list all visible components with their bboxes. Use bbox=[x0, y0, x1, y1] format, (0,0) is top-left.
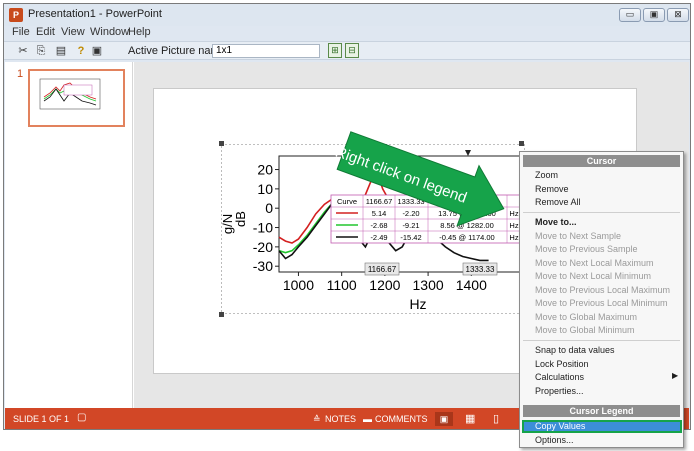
context-menu: Cursor Zoom Remove Remove All Move to...… bbox=[519, 151, 684, 448]
y-tick-label: -10 bbox=[253, 220, 273, 236]
menu-item-remove-all[interactable]: Remove All bbox=[535, 196, 581, 208]
copy-icon[interactable]: ⎘ bbox=[34, 44, 48, 58]
powerpoint-app-icon: P bbox=[9, 8, 23, 22]
menu-item-snap-to-data[interactable]: Snap to data values bbox=[535, 344, 615, 356]
notes-icon[interactable]: ≙ bbox=[313, 414, 321, 425]
legend-value-cell: -2.49 bbox=[370, 233, 387, 242]
menu-item-remove[interactable]: Remove bbox=[535, 183, 569, 195]
menu-edit[interactable]: Edit bbox=[36, 26, 55, 38]
slide-number: 1 bbox=[17, 68, 24, 80]
annotation-arrow: Right click on legend bbox=[333, 131, 505, 227]
x-tick-label: 1300 bbox=[413, 277, 444, 293]
insert-icon[interactable]: ▣ bbox=[90, 44, 104, 58]
x-axis-label: Hz bbox=[409, 296, 426, 312]
y-tick-label: -30 bbox=[253, 258, 273, 274]
menu-item-move-to[interactable]: Move to... bbox=[535, 216, 577, 228]
close-button[interactable]: ⊠ bbox=[667, 8, 689, 22]
legend-value-cell: -15.42 bbox=[400, 233, 421, 242]
menu-item-next-local-maximum[interactable]: Move to Next Local Maximum bbox=[535, 257, 654, 269]
menu-separator bbox=[523, 340, 680, 341]
menu-item-previous-sample[interactable]: Move to Previous Sample bbox=[535, 243, 638, 255]
slide-sorter-icon[interactable]: ▦ bbox=[465, 412, 475, 425]
cursor-legend-section-header: Cursor Legend bbox=[523, 405, 680, 417]
slide-thumbnail[interactable] bbox=[28, 69, 125, 127]
y-tick-label: 20 bbox=[257, 162, 273, 178]
submenu-arrow-icon: ▶ bbox=[672, 371, 679, 380]
menu-item-copy-values[interactable]: Copy Values bbox=[535, 420, 585, 432]
cursor-label-2: 1333.33 bbox=[466, 265, 495, 274]
active-picture-name-field[interactable]: 1x1 bbox=[212, 44, 320, 58]
resize-handle-tl[interactable] bbox=[219, 141, 224, 146]
menu-item-calculations[interactable]: Calculations bbox=[535, 371, 584, 383]
resize-handle-bl[interactable] bbox=[219, 312, 224, 317]
menu-window[interactable]: Window bbox=[90, 26, 129, 38]
y-tick-label: -20 bbox=[253, 239, 273, 255]
menu-item-options[interactable]: Options... bbox=[535, 434, 574, 446]
title-bar: P Presentation1 - PowerPoint ▭ ▣ ⊠ bbox=[4, 4, 690, 26]
y-tick-label: 10 bbox=[257, 181, 273, 197]
restore-button[interactable]: ▣ bbox=[643, 8, 665, 22]
cursor-label-1: 1166.67 bbox=[368, 265, 397, 274]
legend-value-cell: -0.45 @ 1174.00 bbox=[439, 233, 494, 242]
menu-separator bbox=[523, 212, 680, 213]
minimize-button[interactable]: ▭ bbox=[619, 8, 641, 22]
notes-button[interactable]: NOTES bbox=[325, 414, 356, 424]
x-tick-label: 1200 bbox=[369, 277, 400, 293]
screen: P Presentation1 - PowerPoint ▭ ▣ ⊠ File … bbox=[0, 0, 694, 451]
cut-icon[interactable]: ✂ bbox=[16, 44, 30, 58]
menu-item-next-local-minimum[interactable]: Move to Next Local Minimum bbox=[535, 270, 651, 282]
menu-help[interactable]: Help bbox=[128, 26, 151, 38]
x-tick-label: 1100 bbox=[327, 277, 357, 293]
paste-icon[interactable]: ▤ bbox=[54, 44, 68, 58]
normal-view-icon[interactable]: ▣ bbox=[435, 412, 453, 426]
menu-bar: File Edit View Window Help bbox=[4, 26, 690, 40]
slide-info: SLIDE 1 OF 1 bbox=[13, 414, 70, 424]
menu-item-previous-local-maximum[interactable]: Move to Previous Local Maximum bbox=[535, 284, 670, 296]
cursor-section-header: Cursor bbox=[523, 155, 680, 167]
window-title: Presentation1 - PowerPoint bbox=[28, 8, 162, 20]
y-tick-label: 0 bbox=[265, 200, 273, 216]
menu-item-lock-position[interactable]: Lock Position bbox=[535, 358, 589, 370]
comments-icon[interactable]: ▬ bbox=[363, 414, 372, 424]
thumbnail-chart-icon bbox=[39, 78, 101, 110]
menu-item-zoom[interactable]: Zoom bbox=[535, 169, 558, 181]
menu-item-properties[interactable]: Properties... bbox=[535, 385, 584, 397]
menu-view[interactable]: View bbox=[61, 26, 85, 38]
remove-picture-icon[interactable]: ⊟ bbox=[345, 43, 359, 58]
help-icon[interactable]: ? bbox=[74, 44, 88, 58]
x-tick-label: 1000 bbox=[283, 277, 314, 293]
menu-item-previous-local-minimum[interactable]: Move to Previous Local Minimum bbox=[535, 297, 668, 309]
comments-button[interactable]: COMMENTS bbox=[375, 414, 428, 424]
legend-value-cell: Hz bbox=[509, 233, 518, 242]
toolbar: ✂ ⎘ ▤ ? ▣ Active Picture name: 1x1 ⊞ ⊟ bbox=[4, 41, 690, 60]
menu-item-global-maximum[interactable]: Move to Global Maximum bbox=[535, 311, 637, 323]
y-axis-label-db: dB bbox=[233, 211, 248, 227]
x-tick-label: 1400 bbox=[456, 277, 487, 293]
slide-thumbnail-pane: 1 bbox=[5, 62, 133, 408]
menu-item-global-minimum[interactable]: Move to Global Minimum bbox=[535, 324, 635, 336]
spellcheck-icon[interactable]: ▢ bbox=[77, 412, 86, 423]
menu-file[interactable]: File bbox=[12, 26, 30, 38]
menu-item-next-sample[interactable]: Move to Next Sample bbox=[535, 230, 621, 242]
reading-view-icon[interactable]: ▯ bbox=[493, 412, 499, 425]
add-picture-icon[interactable]: ⊞ bbox=[328, 43, 342, 58]
